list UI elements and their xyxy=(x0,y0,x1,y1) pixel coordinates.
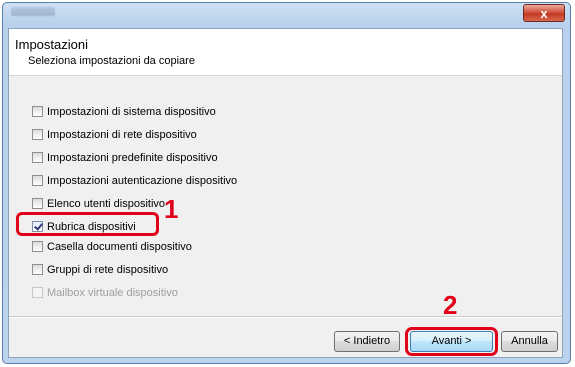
callout-number-2: 2 xyxy=(443,290,458,320)
window-title-blurred xyxy=(11,7,55,16)
page-title: Impostazioni xyxy=(15,37,88,52)
callout-highlight-1 xyxy=(16,212,159,236)
title-bar[interactable]: x xyxy=(3,3,570,29)
option-label: Impostazioni di rete dispositivo xyxy=(47,128,197,141)
option-impostazioni-autenticazione[interactable]: Impostazioni autenticazione dispositivo xyxy=(32,173,237,188)
close-icon: x xyxy=(540,6,548,21)
option-label: Gruppi di rete dispositivo xyxy=(47,263,169,276)
checkbox[interactable] xyxy=(32,241,43,252)
wizard-header: Impostazioni Seleziona impostazioni da c… xyxy=(9,29,562,76)
option-elenco-utenti[interactable]: Elenco utenti dispositivo xyxy=(32,196,165,211)
button-divider xyxy=(9,316,562,318)
cancel-button[interactable]: Annulla xyxy=(501,331,558,352)
checkbox[interactable] xyxy=(32,264,43,275)
checkbox[interactable] xyxy=(32,175,43,186)
dialog-content: Impostazioni Seleziona impostazioni da c… xyxy=(8,28,563,358)
option-label: Mailbox virtuale dispositivo xyxy=(47,286,178,299)
option-label: Impostazioni predefinite dispositivo xyxy=(47,151,218,164)
option-gruppi-rete[interactable]: Gruppi di rete dispositivo xyxy=(32,262,168,277)
option-mailbox-virtuale: Mailbox virtuale dispositivo xyxy=(32,285,178,300)
option-impostazioni-predefinite[interactable]: Impostazioni predefinite dispositivo xyxy=(32,150,218,165)
next-button[interactable]: Avanti > xyxy=(410,331,493,352)
callout-number-1: 1 xyxy=(164,194,179,224)
checkbox-disabled xyxy=(32,287,43,298)
option-label: Impostazioni autenticazione dispositivo xyxy=(47,174,238,187)
checkbox[interactable] xyxy=(32,129,43,140)
checkbox[interactable] xyxy=(32,198,43,209)
page-subtitle: Seleziona impostazioni da copiare xyxy=(28,55,195,67)
option-impostazioni-rete[interactable]: Impostazioni di rete dispositivo xyxy=(32,127,197,142)
close-button[interactable]: x xyxy=(523,4,565,22)
option-label: Impostazioni di sistema dispositivo xyxy=(47,105,216,118)
option-label: Elenco utenti dispositivo xyxy=(47,197,166,210)
checkbox[interactable] xyxy=(32,152,43,163)
option-impostazioni-sistema[interactable]: Impostazioni di sistema dispositivo xyxy=(32,104,216,119)
back-button[interactable]: < Indietro xyxy=(334,331,400,352)
option-casella-documenti[interactable]: Casella documenti dispositivo xyxy=(32,239,192,254)
checkbox[interactable] xyxy=(32,106,43,117)
option-label: Casella documenti dispositivo xyxy=(47,240,192,253)
